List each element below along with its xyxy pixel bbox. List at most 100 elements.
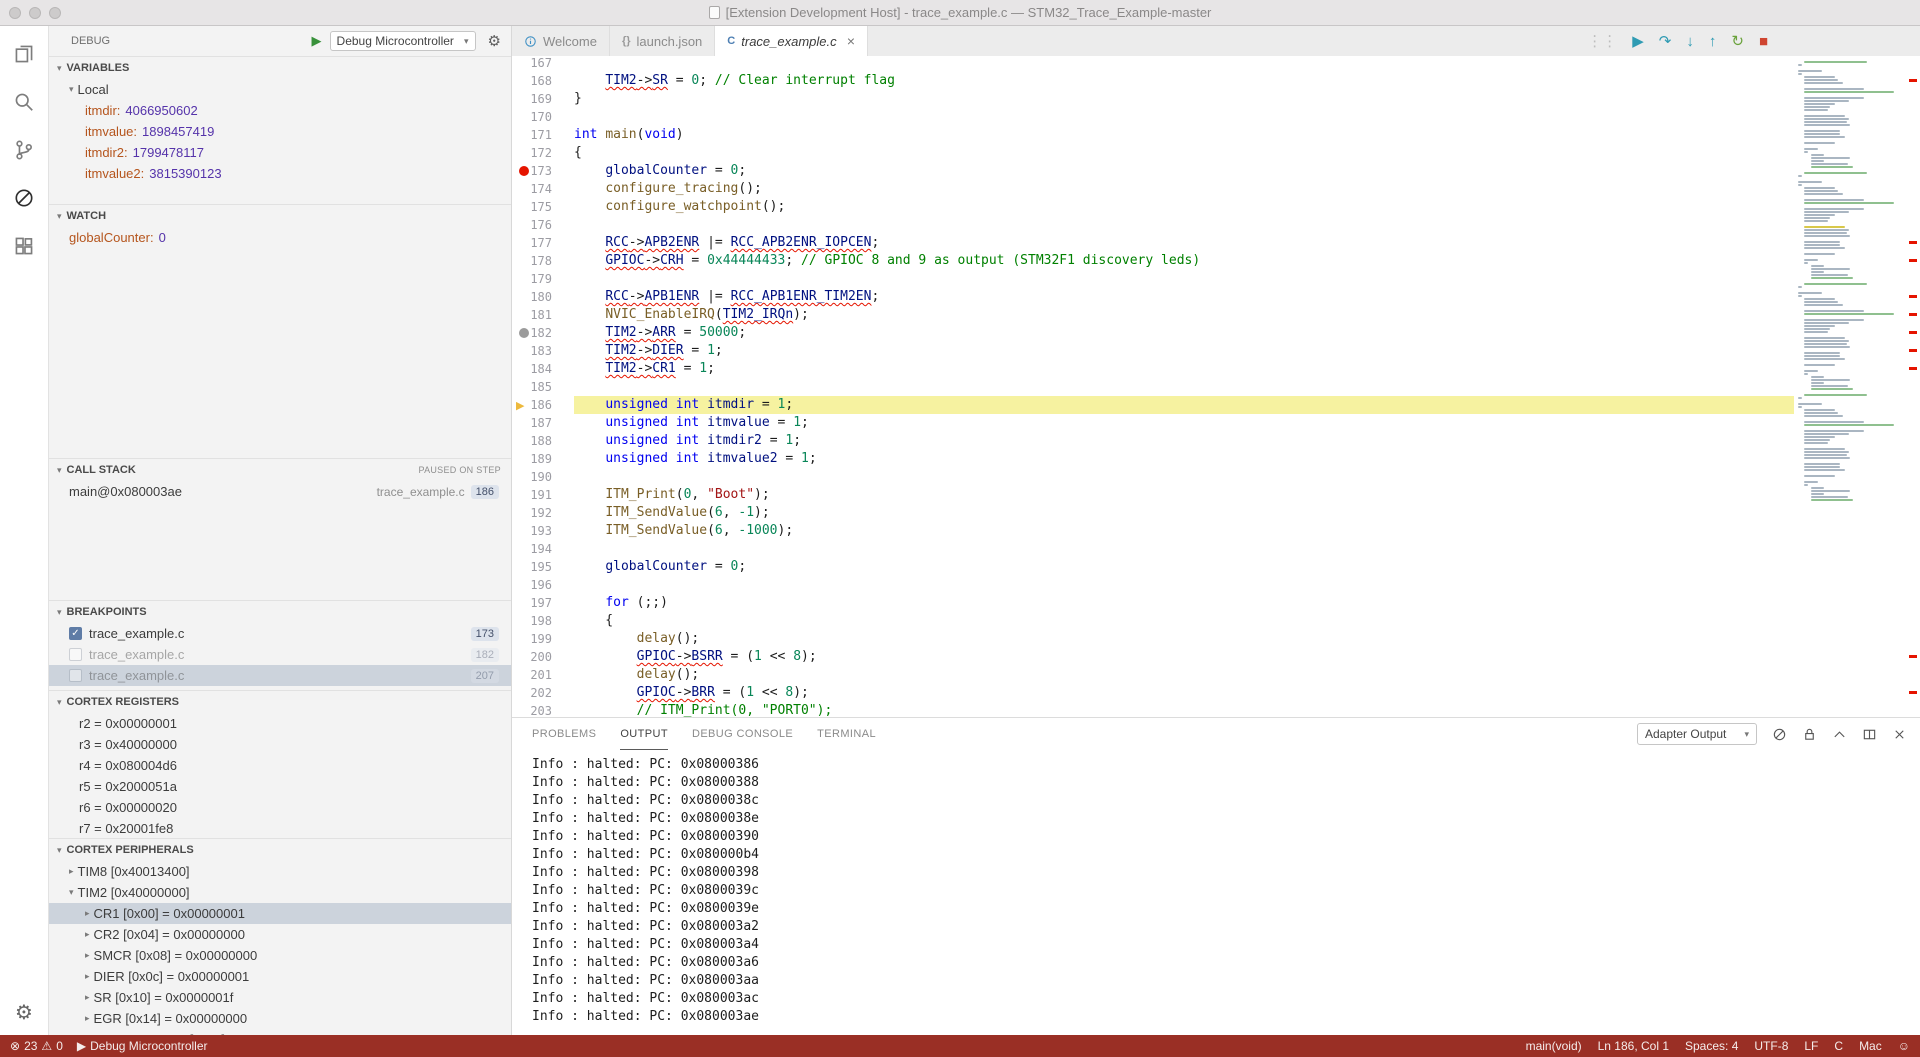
call-stack-section-header[interactable]: ▾ CALL STACK PAUSED ON STEP	[49, 459, 511, 481]
line-gutter[interactable]: 188	[512, 432, 574, 450]
watch-row[interactable]: globalCounter:0	[49, 227, 511, 248]
code-line[interactable]: 189 unsigned int itmvalue2 = 1;	[512, 450, 1794, 468]
line-gutter[interactable]: 181	[512, 306, 574, 324]
line-gutter[interactable]: 177	[512, 234, 574, 252]
line-gutter[interactable]: 196	[512, 576, 574, 594]
code-line[interactable]: 190	[512, 468, 1794, 486]
panel-tab-output[interactable]: OUTPUT	[620, 718, 668, 750]
register-row[interactable]: r6 = 0x00000020	[49, 797, 511, 818]
code-line[interactable]: 169}	[512, 90, 1794, 108]
configure-gear-icon[interactable]: ⚙	[488, 32, 501, 50]
code-line[interactable]: 197 for (;;)	[512, 594, 1794, 612]
line-gutter[interactable]: 191	[512, 486, 574, 504]
line-gutter[interactable]: 176	[512, 216, 574, 234]
breakpoint-dot[interactable]	[519, 166, 529, 176]
tab-trace_example-c[interactable]: Ctrace_example.c×	[715, 26, 868, 56]
code-line[interactable]: 195 globalCounter = 0;	[512, 558, 1794, 576]
line-gutter[interactable]: 169	[512, 90, 574, 108]
code-line[interactable]: 167	[512, 56, 1794, 72]
line-gutter[interactable]: ▶186	[512, 396, 574, 414]
code-line[interactable]: 177 RCC->APB2ENR |= RCC_APB2ENR_IOPCEN;	[512, 234, 1794, 252]
peripheral-row[interactable]: ▸TIM8 [0x40013400]	[49, 861, 511, 882]
line-gutter[interactable]: 189	[512, 450, 574, 468]
cortex-registers-section-header[interactable]: ▾ CORTEX REGISTERS	[49, 691, 511, 713]
line-gutter[interactable]: 173	[512, 162, 574, 180]
line-gutter[interactable]: 187	[512, 414, 574, 432]
breakpoint-checkbox[interactable]	[69, 669, 82, 682]
line-gutter[interactable]: 199	[512, 630, 574, 648]
close-icon[interactable]: ×	[847, 33, 855, 49]
line-gutter[interactable]: 182	[512, 324, 574, 342]
breakpoint-row[interactable]: ✓trace_example.c173	[49, 623, 511, 644]
code-line[interactable]: 182 TIM2->ARR = 50000;	[512, 324, 1794, 342]
code-line[interactable]: 194	[512, 540, 1794, 558]
variables-section-header[interactable]: ▾ VARIABLES	[49, 57, 511, 79]
line-gutter[interactable]: 170	[512, 108, 574, 126]
code-line[interactable]: 174 configure_tracing();	[512, 180, 1794, 198]
code-line[interactable]: 180 RCC->APB1ENR |= RCC_APB1ENR_TIM2EN;	[512, 288, 1794, 306]
code-line[interactable]: 172{	[512, 144, 1794, 162]
line-gutter[interactable]: 167	[512, 56, 574, 72]
breakpoint-checkbox[interactable]: ✓	[69, 627, 82, 640]
line-gutter[interactable]: 171	[512, 126, 574, 144]
line-gutter[interactable]: 197	[512, 594, 574, 612]
variables-scope-row[interactable]: ▾Local	[49, 79, 511, 100]
variable-row[interactable]: itmvalue2:3815390123	[49, 163, 511, 184]
code-line[interactable]: 185	[512, 378, 1794, 396]
line-gutter[interactable]: 185	[512, 378, 574, 396]
split-panel-icon[interactable]	[1861, 726, 1878, 743]
status-item[interactable]: C	[1834, 1039, 1843, 1053]
problems-status[interactable]: ⊗ 23 ⚠ 0	[10, 1039, 63, 1053]
peripheral-row[interactable]: ▸EGR [0x14] = 0x00000000	[49, 1008, 511, 1029]
variable-row[interactable]: itmvalue:1898457419	[49, 121, 511, 142]
code-line[interactable]: 175 configure_watchpoint();	[512, 198, 1794, 216]
line-gutter[interactable]: 195	[512, 558, 574, 576]
code-line[interactable]: 191 ITM_Print(0, "Boot");	[512, 486, 1794, 504]
output-channel-select[interactable]: Adapter Output ▾	[1637, 723, 1757, 745]
step-over-icon[interactable]: ↷	[1659, 34, 1672, 49]
peripheral-row[interactable]: ▸SR [0x10] = 0x0000001f	[49, 987, 511, 1008]
restart-icon[interactable]: ↻	[1731, 34, 1744, 49]
line-gutter[interactable]: 183	[512, 342, 574, 360]
code-line[interactable]: 176	[512, 216, 1794, 234]
peripheral-row[interactable]: ▾TIM2 [0x40000000]	[49, 882, 511, 903]
source-control-icon[interactable]	[10, 136, 38, 164]
variable-row[interactable]: itmdir2:1799478117	[49, 142, 511, 163]
code-line[interactable]: 192 ITM_SendValue(6, -1);	[512, 504, 1794, 522]
register-row[interactable]: r4 = 0x080004d6	[49, 755, 511, 776]
breakpoint-row[interactable]: trace_example.c207	[49, 665, 511, 686]
register-row[interactable]: r3 = 0x40000000	[49, 734, 511, 755]
line-gutter[interactable]: 201	[512, 666, 574, 684]
scroll-lock-icon[interactable]	[1801, 726, 1818, 743]
code-line[interactable]: 181 NVIC_EnableIRQ(TIM2_IRQn);	[512, 306, 1794, 324]
code-line[interactable]: ▶186 unsigned int itmdir = 1;	[512, 396, 1794, 414]
status-item[interactable]: Spaces: 4	[1685, 1039, 1738, 1053]
code-line[interactable]: 202 GPIOC->BRR = (1 << 8);	[512, 684, 1794, 702]
disabled-breakpoint-dot[interactable]	[519, 328, 529, 338]
step-out-icon[interactable]: ↑	[1709, 34, 1717, 49]
peripheral-row[interactable]: ▸DIER [0x0c] = 0x00000001	[49, 966, 511, 987]
register-row[interactable]: r7 = 0x20001fe8	[49, 818, 511, 838]
code-line[interactable]: 203 // ITM_Print(0, "PORT0");	[512, 702, 1794, 717]
panel-tab-debug-console[interactable]: DEBUG CONSOLE	[692, 718, 793, 750]
status-item[interactable]: LF	[1804, 1039, 1818, 1053]
line-gutter[interactable]: 203	[512, 702, 574, 717]
line-gutter[interactable]: 192	[512, 504, 574, 522]
peripheral-row[interactable]: ▸SMCR [0x08] = 0x00000000	[49, 945, 511, 966]
cortex-peripherals-section-header[interactable]: ▾ CORTEX PERIPHERALS	[49, 839, 511, 861]
step-into-icon[interactable]: ↓	[1686, 34, 1694, 49]
code-line[interactable]: 178 GPIOC->CRH = 0x44444433; // GPIOC 8 …	[512, 252, 1794, 270]
line-gutter[interactable]: 184	[512, 360, 574, 378]
minimap[interactable]	[1794, 56, 1906, 717]
register-row[interactable]: r2 = 0x00000001	[49, 713, 511, 734]
code-line[interactable]: 198 {	[512, 612, 1794, 630]
line-gutter[interactable]: 194	[512, 540, 574, 558]
drag-grip-icon[interactable]: ⋮⋮	[1587, 34, 1617, 49]
code-line[interactable]: 188 unsigned int itmdir2 = 1;	[512, 432, 1794, 450]
code-line[interactable]: 201 delay();	[512, 666, 1794, 684]
launch-config-select[interactable]: Debug Microcontroller ▾	[330, 31, 476, 51]
line-gutter[interactable]: 174	[512, 180, 574, 198]
call-stack-frame[interactable]: main@0x080003aetrace_example.c186	[49, 481, 511, 502]
line-gutter[interactable]: 180	[512, 288, 574, 306]
breakpoints-section-header[interactable]: ▾ BREAKPOINTS	[49, 601, 511, 623]
